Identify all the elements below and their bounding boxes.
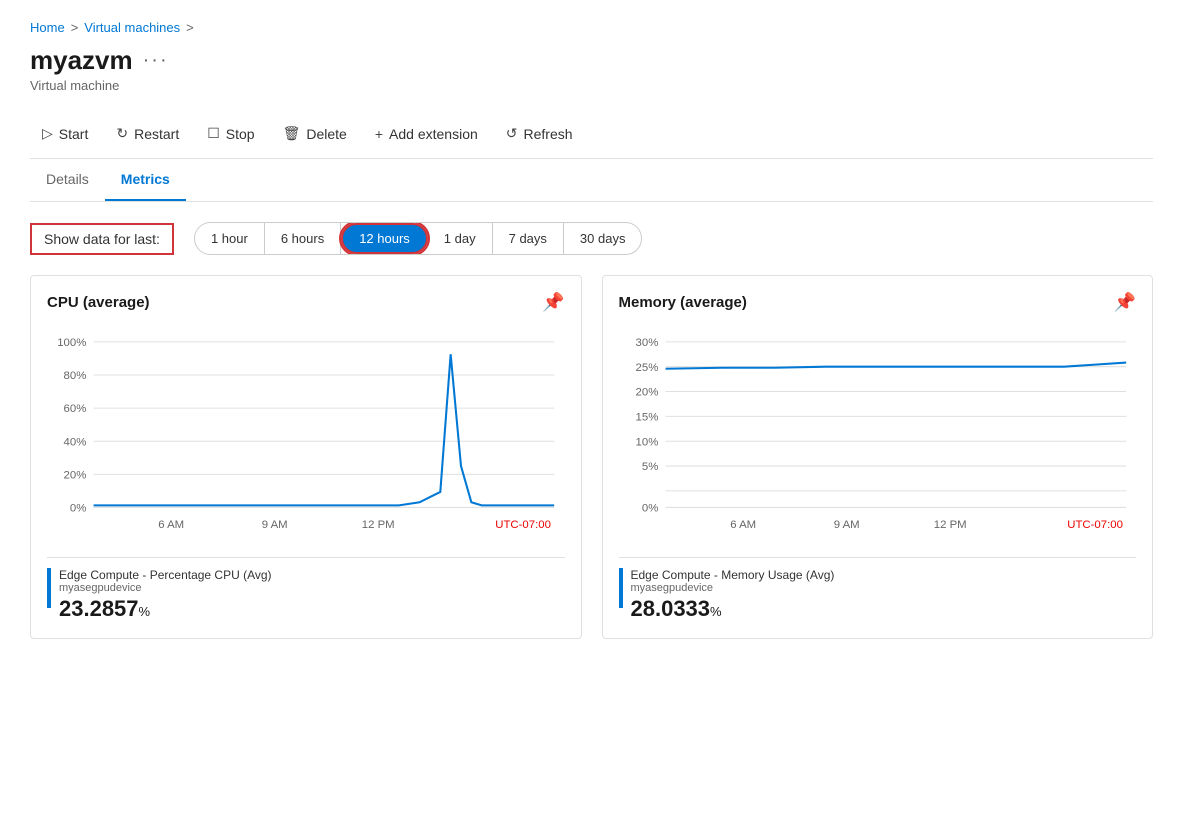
title-row: myazvm ··· bbox=[30, 45, 1153, 76]
stop-button[interactable]: ☐ Stop bbox=[195, 119, 266, 148]
page-subtitle: Virtual machine bbox=[30, 78, 1153, 93]
cpu-legend-text: Edge Compute - Percentage CPU (Avg) myas… bbox=[59, 568, 272, 622]
toolbar: ▷ Start ↻ Restart ☐ Stop 🗑 Delete + Add … bbox=[30, 109, 1153, 159]
breadcrumb-sep2: > bbox=[186, 20, 194, 35]
breadcrumb: Home > Virtual machines > bbox=[30, 20, 1153, 35]
tabs: Details Metrics bbox=[30, 159, 1153, 202]
svg-text:5%: 5% bbox=[641, 461, 657, 473]
page-title: myazvm bbox=[30, 45, 133, 76]
restart-button[interactable]: ↻ Restart bbox=[104, 119, 191, 148]
breadcrumb-vms[interactable]: Virtual machines bbox=[84, 20, 180, 35]
cpu-chart-header: CPU (average) 📌 bbox=[47, 292, 565, 313]
svg-text:12 PM: 12 PM bbox=[362, 519, 395, 531]
breadcrumb-home[interactable]: Home bbox=[30, 20, 65, 35]
svg-text:40%: 40% bbox=[64, 436, 87, 448]
cpu-chart-card: CPU (average) 📌 100% 80% 60% 40% bbox=[30, 275, 582, 639]
memory-pin-icon[interactable]: 📌 bbox=[1114, 292, 1136, 313]
add-extension-button[interactable]: + Add extension bbox=[363, 120, 490, 148]
tab-metrics[interactable]: Metrics bbox=[105, 159, 186, 201]
svg-text:10%: 10% bbox=[635, 436, 658, 448]
svg-text:100%: 100% bbox=[57, 337, 86, 349]
refresh-icon: ↺ bbox=[506, 125, 518, 142]
charts-container: CPU (average) 📌 100% 80% 60% 40% bbox=[30, 275, 1153, 639]
memory-chart-title: Memory (average) bbox=[619, 294, 747, 311]
svg-text:20%: 20% bbox=[64, 469, 87, 481]
svg-text:60%: 60% bbox=[64, 403, 87, 415]
cpu-legend-item: Edge Compute - Percentage CPU (Avg) myas… bbox=[47, 568, 565, 622]
memory-chart-svg: 30% 25% 20% 15% 10% 5% 0% 6 AM 9 AM 12 P… bbox=[619, 325, 1137, 545]
svg-text:6 AM: 6 AM bbox=[158, 519, 184, 531]
more-options-icon[interactable]: ··· bbox=[143, 49, 169, 72]
memory-chart-header: Memory (average) 📌 bbox=[619, 292, 1137, 313]
memory-legend-item: Edge Compute - Memory Usage (Avg) myaseg… bbox=[619, 568, 1137, 622]
svg-text:0%: 0% bbox=[641, 503, 657, 515]
memory-legend-name: Edge Compute - Memory Usage (Avg) bbox=[631, 568, 835, 582]
cpu-chart-svg: 100% 80% 60% 40% 20% 0% 6 AM 9 AM 12 PM … bbox=[47, 325, 565, 545]
delete-button[interactable]: 🗑 Delete bbox=[271, 119, 359, 148]
time-30d-button[interactable]: 30 days bbox=[564, 223, 642, 254]
restart-icon: ↻ bbox=[116, 125, 128, 142]
time-6h-button[interactable]: 6 hours bbox=[265, 223, 341, 254]
svg-text:UTC-07:00: UTC-07:00 bbox=[495, 519, 551, 531]
cpu-chart-legend: Edge Compute - Percentage CPU (Avg) myas… bbox=[47, 557, 565, 622]
start-button[interactable]: ▷ Start bbox=[30, 119, 100, 148]
memory-legend-value: 28.0333% bbox=[631, 596, 835, 622]
svg-text:30%: 30% bbox=[635, 337, 658, 349]
svg-text:6 AM: 6 AM bbox=[730, 519, 756, 531]
time-12h-button[interactable]: 12 hours bbox=[341, 223, 428, 254]
memory-legend-text: Edge Compute - Memory Usage (Avg) myaseg… bbox=[631, 568, 835, 622]
breadcrumb-sep1: > bbox=[71, 20, 79, 35]
memory-chart-area: 30% 25% 20% 15% 10% 5% 0% 6 AM 9 AM 12 P… bbox=[619, 325, 1137, 545]
start-icon: ▷ bbox=[42, 125, 53, 142]
filter-row: Show data for last: 1 hour 6 hours 12 ho… bbox=[30, 222, 1153, 255]
add-icon: + bbox=[375, 126, 383, 142]
memory-legend-color bbox=[619, 568, 623, 608]
time-range-selector: 1 hour 6 hours 12 hours 1 day 7 days 30 … bbox=[194, 222, 643, 255]
cpu-legend-color bbox=[47, 568, 51, 608]
tab-details[interactable]: Details bbox=[30, 159, 105, 201]
svg-text:15%: 15% bbox=[635, 412, 658, 424]
cpu-chart-title: CPU (average) bbox=[47, 294, 150, 311]
stop-icon: ☐ bbox=[207, 125, 220, 142]
time-7d-button[interactable]: 7 days bbox=[493, 223, 564, 254]
cpu-legend-value: 23.2857% bbox=[59, 596, 272, 622]
memory-chart-card: Memory (average) 📌 30% 25% bbox=[602, 275, 1154, 639]
svg-text:25%: 25% bbox=[635, 362, 658, 374]
memory-legend-sub: myasegpudevice bbox=[631, 582, 835, 594]
svg-text:12 PM: 12 PM bbox=[933, 519, 966, 531]
memory-chart-legend: Edge Compute - Memory Usage (Avg) myaseg… bbox=[619, 557, 1137, 622]
time-1h-button[interactable]: 1 hour bbox=[195, 223, 265, 254]
time-1d-button[interactable]: 1 day bbox=[428, 223, 493, 254]
cpu-pin-icon[interactable]: 📌 bbox=[542, 292, 564, 313]
svg-text:UTC-07:00: UTC-07:00 bbox=[1067, 519, 1123, 531]
svg-text:20%: 20% bbox=[635, 387, 658, 399]
delete-icon: 🗑 bbox=[283, 125, 301, 142]
cpu-chart-area: 100% 80% 60% 40% 20% 0% 6 AM 9 AM 12 PM … bbox=[47, 325, 565, 545]
svg-text:0%: 0% bbox=[70, 503, 86, 515]
svg-text:9 AM: 9 AM bbox=[262, 519, 288, 531]
svg-text:80%: 80% bbox=[64, 370, 87, 382]
show-data-label: Show data for last: bbox=[30, 223, 174, 255]
cpu-legend-sub: myasegpudevice bbox=[59, 582, 272, 594]
svg-text:9 AM: 9 AM bbox=[833, 519, 859, 531]
refresh-button[interactable]: ↺ Refresh bbox=[494, 119, 585, 148]
cpu-legend-name: Edge Compute - Percentage CPU (Avg) bbox=[59, 568, 272, 582]
